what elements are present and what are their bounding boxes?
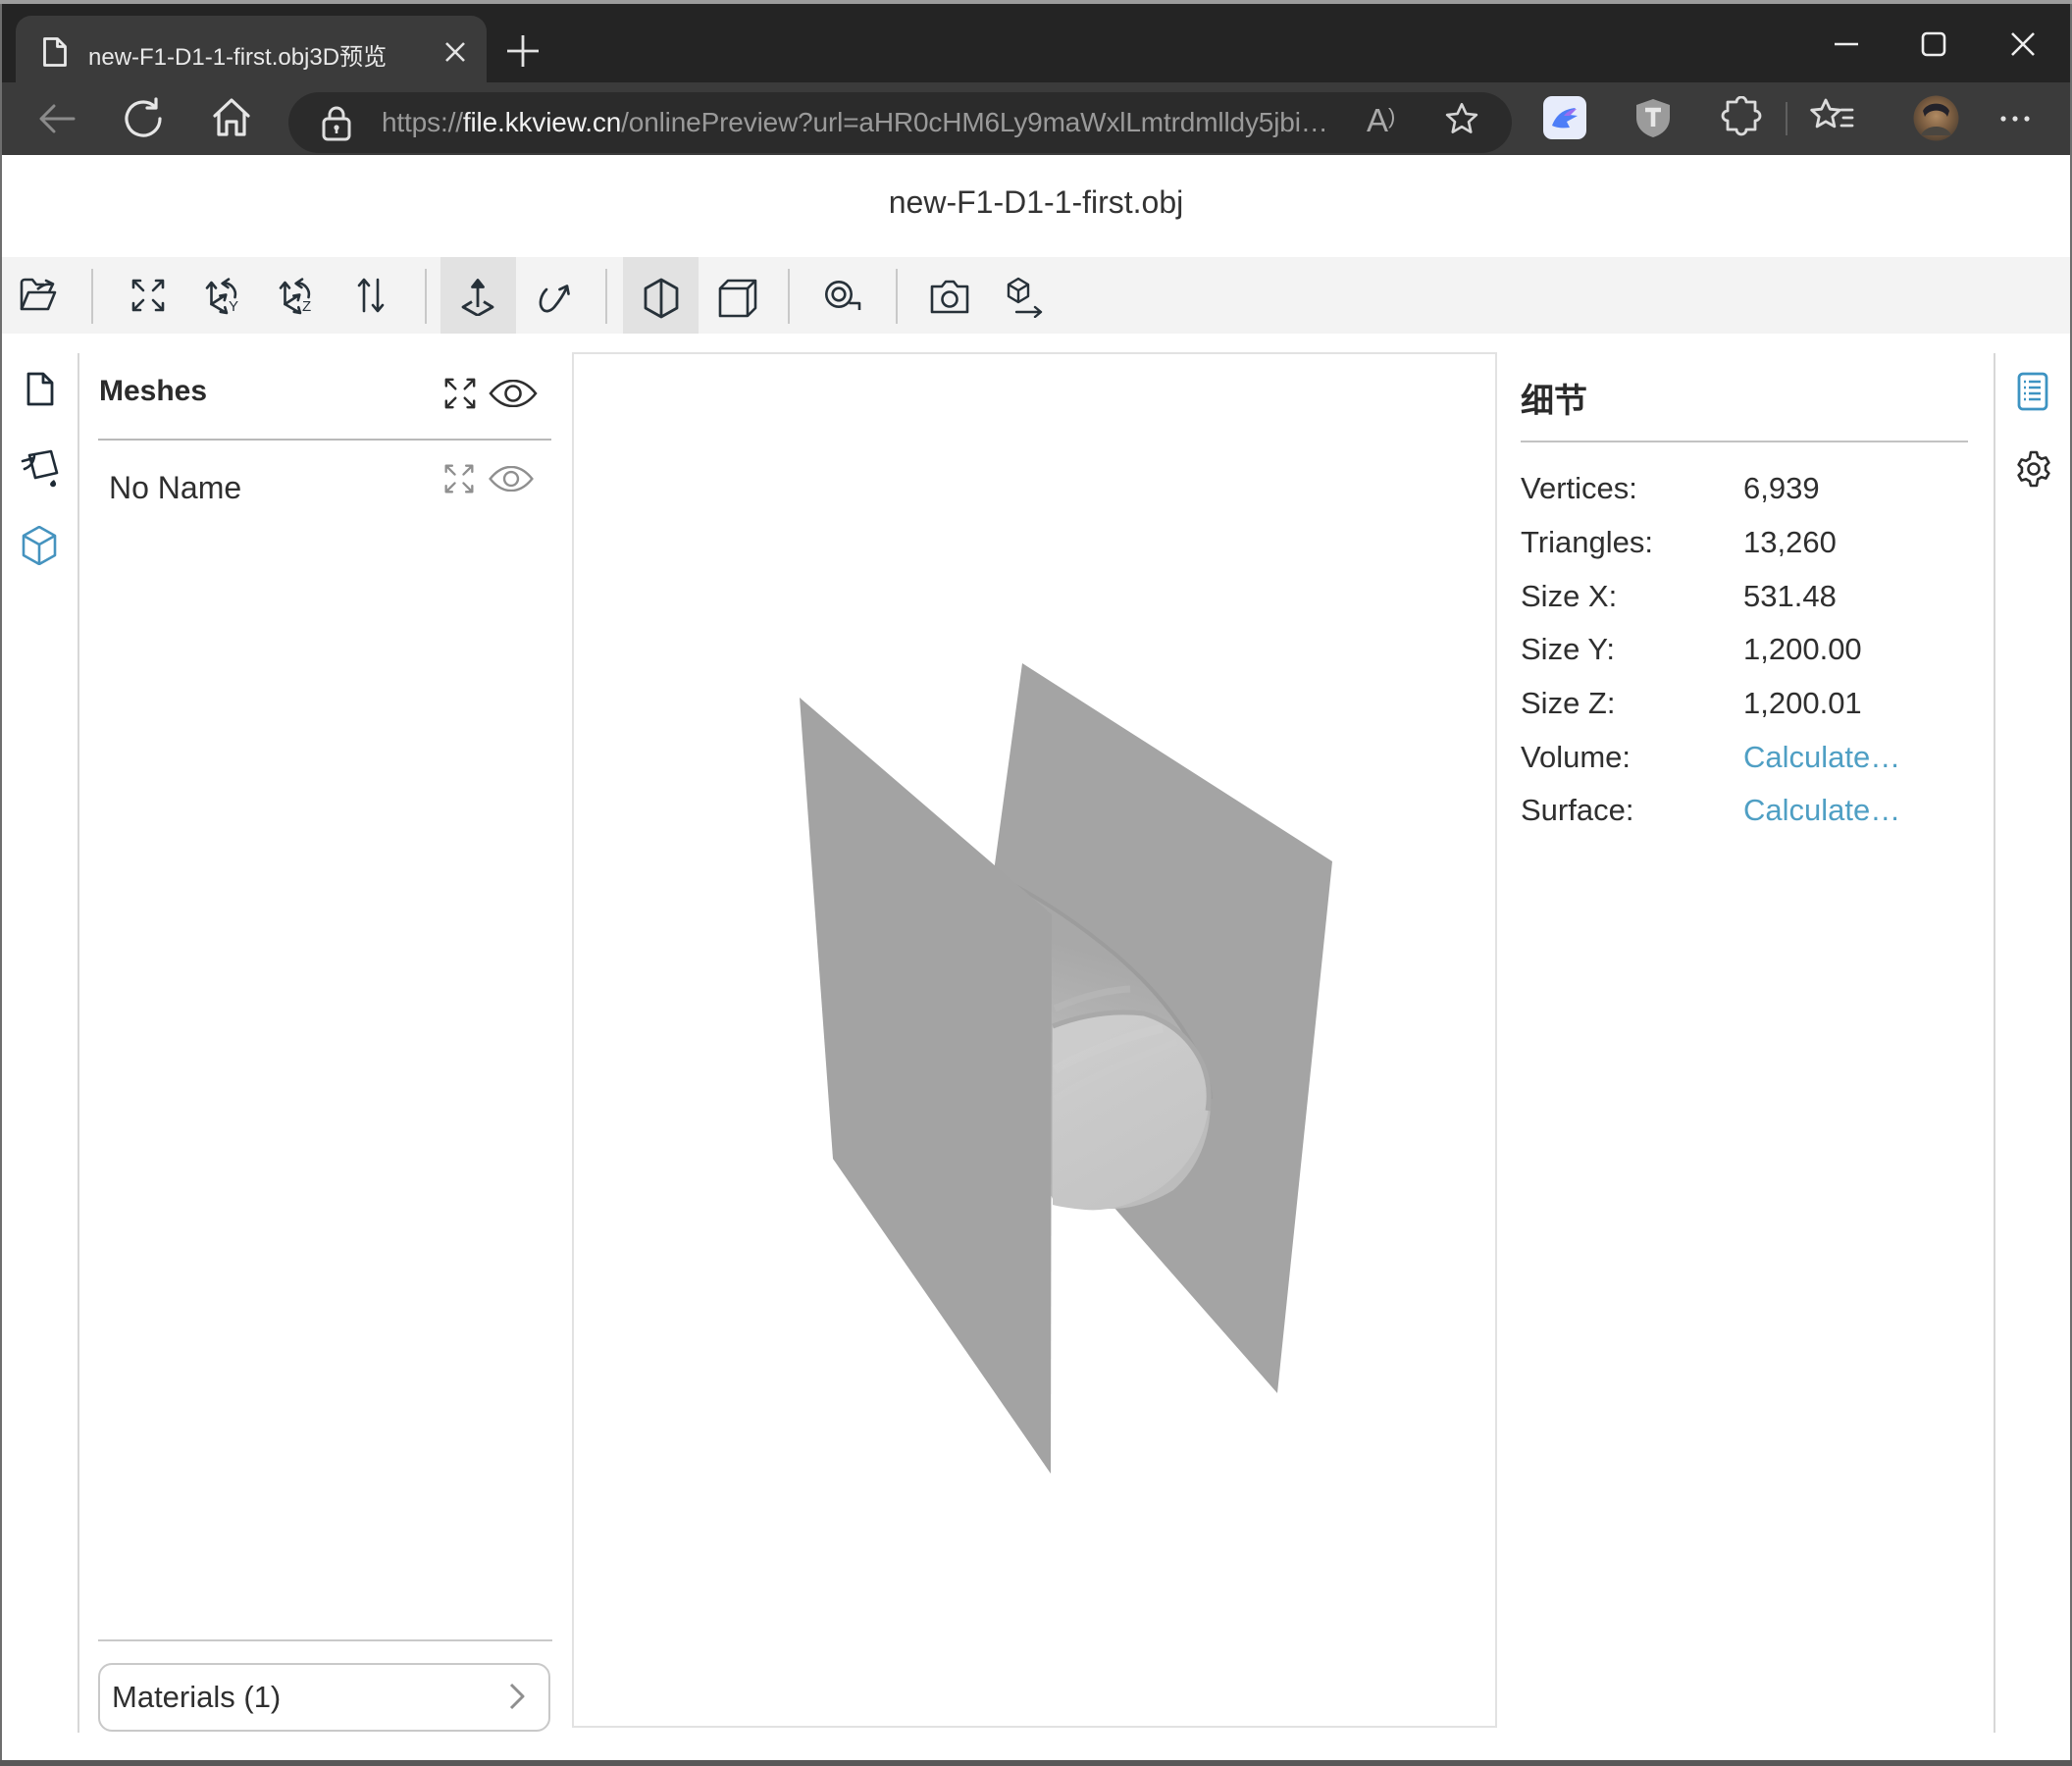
svg-text:Z: Z <box>302 298 311 315</box>
svg-text:Y: Y <box>229 298 238 315</box>
